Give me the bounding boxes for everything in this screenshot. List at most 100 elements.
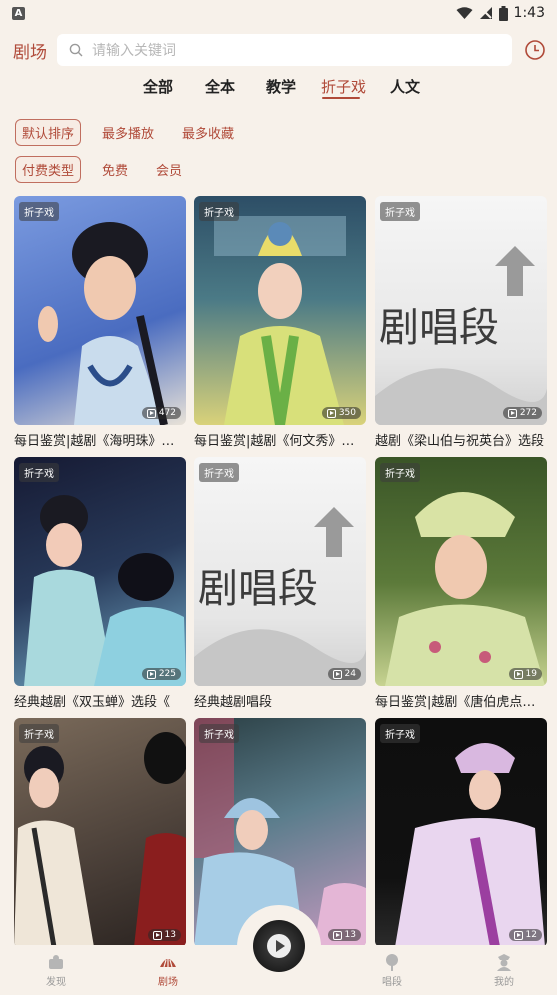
tab-label: 剧场	[158, 977, 178, 988]
video-card[interactable]: 折子戏 19 每日鉴赏|越剧《唐伯虎点秋香》	[375, 457, 547, 710]
play-count-icon	[152, 930, 162, 940]
sort-most-played-chip[interactable]: 最多播放	[95, 119, 161, 146]
status-bar: A 1:43	[0, 0, 557, 26]
now-playing-button[interactable]	[253, 920, 305, 972]
video-title: 经典越剧《双玉蝉》选段《	[14, 695, 171, 710]
wifi-icon	[456, 6, 473, 19]
thumbnail-art	[395, 743, 545, 947]
tab-excerpts[interactable]: 折子戏	[321, 76, 366, 97]
play-count-icon	[332, 930, 342, 940]
tab-full[interactable]: 全本	[205, 76, 235, 97]
video-thumbnail[interactable]: 折子戏 13	[14, 718, 186, 947]
play-count-icon	[507, 408, 517, 418]
video-card[interactable]: 折子戏 12	[375, 718, 547, 947]
tab-discover[interactable]: 发现	[26, 953, 86, 988]
play-count-badge: 272	[502, 407, 542, 419]
tab-label: 唱段	[382, 977, 402, 988]
thumbnail-art	[24, 495, 186, 686]
play-count-icon	[146, 669, 156, 679]
profile-icon	[497, 954, 511, 971]
category-tag: 折子戏	[380, 463, 420, 482]
thumbnail-art: 剧唱段	[375, 246, 547, 425]
category-tag: 折子戏	[380, 202, 420, 221]
video-title: 经典越剧唱段	[194, 695, 273, 710]
video-card[interactable]: 折子戏 350 每日鉴赏|越剧《何文秀》片段	[194, 196, 366, 449]
video-card[interactable]: 折子戏 225 经典越剧《双玉蝉》选段《	[14, 457, 186, 710]
active-tab-indicator	[322, 97, 360, 99]
status-time: 1:43	[513, 5, 545, 21]
play-count-badge: 19	[508, 668, 542, 680]
video-thumbnail[interactable]: 折子戏 19	[375, 457, 547, 686]
play-count-badge: 350	[321, 407, 361, 419]
play-icon	[267, 934, 291, 958]
sort-default-chip[interactable]: 默认排序	[15, 118, 82, 146]
tab-theater[interactable]: 剧场	[138, 953, 198, 988]
play-count-badge: 472	[141, 407, 181, 419]
thumbnail-art	[14, 732, 186, 947]
signal-off-icon	[479, 7, 492, 19]
video-title: 每日鉴赏|越剧《唐伯虎点秋香》	[375, 695, 547, 710]
category-tag: 折子戏	[19, 724, 59, 743]
search-input[interactable]: 请输入关键词	[57, 34, 512, 66]
sort-filter-row: 默认排序 最多播放 最多收藏	[15, 118, 255, 146]
page-title: 剧场	[13, 43, 47, 63]
history-clock-icon[interactable]	[524, 39, 546, 61]
video-title: 每日鉴赏|越剧《何文秀》片段	[194, 434, 366, 449]
play-count-icon	[146, 408, 156, 418]
status-icons: 1:43	[456, 5, 545, 21]
sort-most-favorited-chip[interactable]: 最多收藏	[175, 119, 241, 146]
play-count-badge: 225	[141, 668, 181, 680]
video-title: 越剧《梁山伯与祝英台》选段	[375, 434, 545, 449]
tab-aria[interactable]: 唱段	[362, 953, 422, 988]
play-count-badge: 12	[508, 929, 542, 941]
video-card[interactable]: 剧唱段 折子戏 272 越剧《梁山伯与祝英台》选段	[375, 196, 547, 449]
play-count-icon	[513, 669, 523, 679]
tab-all[interactable]: 全部	[143, 76, 173, 97]
video-card[interactable]: 剧唱段 折子戏 24 经典越剧唱段	[194, 457, 366, 710]
pay-type-chip[interactable]: 付费类型	[15, 155, 82, 183]
video-title: 每日鉴赏|越剧《海明珠》选段	[14, 434, 186, 449]
category-tag: 折子戏	[199, 463, 239, 482]
thumbnail-art	[214, 216, 346, 425]
thumbnail-art	[38, 222, 168, 425]
svg-text:剧唱段: 剧唱段	[198, 566, 318, 612]
video-card[interactable]: 折子戏 472 每日鉴赏|越剧《海明珠》选段	[14, 196, 186, 449]
svg-text:剧唱段: 剧唱段	[379, 305, 499, 351]
tab-teaching[interactable]: 教学	[266, 76, 296, 97]
pay-free-chip[interactable]: 免费	[95, 156, 135, 183]
discover-icon	[49, 955, 63, 969]
play-count-icon	[513, 930, 523, 940]
video-thumbnail[interactable]: 折子戏 12	[375, 718, 547, 947]
theater-icon	[160, 958, 176, 968]
video-card[interactable]: 折子戏 13	[14, 718, 186, 947]
thumbnail-art: 剧唱段	[194, 507, 366, 686]
play-count-icon	[326, 408, 336, 418]
search-icon	[69, 43, 83, 57]
video-thumbnail[interactable]: 剧唱段 折子戏 24	[194, 457, 366, 686]
app-notification-icon: A	[12, 6, 25, 20]
category-tag: 折子戏	[380, 724, 420, 743]
tab-label: 我的	[494, 977, 514, 988]
pay-member-chip[interactable]: 会员	[149, 156, 189, 183]
video-thumbnail[interactable]: 折子戏 472	[14, 196, 186, 425]
category-tabs: 全部 全本 教学 折子戏 人文	[0, 70, 557, 104]
video-thumbnail[interactable]: 折子戏 225	[14, 457, 186, 686]
tab-label: 发现	[46, 977, 66, 988]
category-tag: 折子戏	[199, 724, 239, 743]
video-thumbnail[interactable]: 剧唱段 折子戏 272	[375, 196, 547, 425]
header: 剧场 请输入关键词	[0, 30, 557, 70]
play-count-badge: 24	[327, 668, 361, 680]
play-count-badge: 13	[327, 929, 361, 941]
search-placeholder: 请输入关键词	[92, 43, 176, 59]
aria-icon	[386, 954, 398, 971]
tab-culture[interactable]: 人文	[390, 76, 420, 97]
play-count-icon	[332, 669, 342, 679]
video-thumbnail[interactable]: 折子戏 350	[194, 196, 366, 425]
thumbnail-art	[385, 492, 545, 686]
play-count-badge: 13	[147, 929, 181, 941]
pay-filter-row: 付费类型 免费 会员	[15, 155, 203, 183]
category-tag: 折子戏	[19, 202, 59, 221]
category-tag: 折子戏	[199, 202, 239, 221]
battery-icon	[498, 5, 508, 21]
tab-profile[interactable]: 我的	[474, 953, 534, 988]
